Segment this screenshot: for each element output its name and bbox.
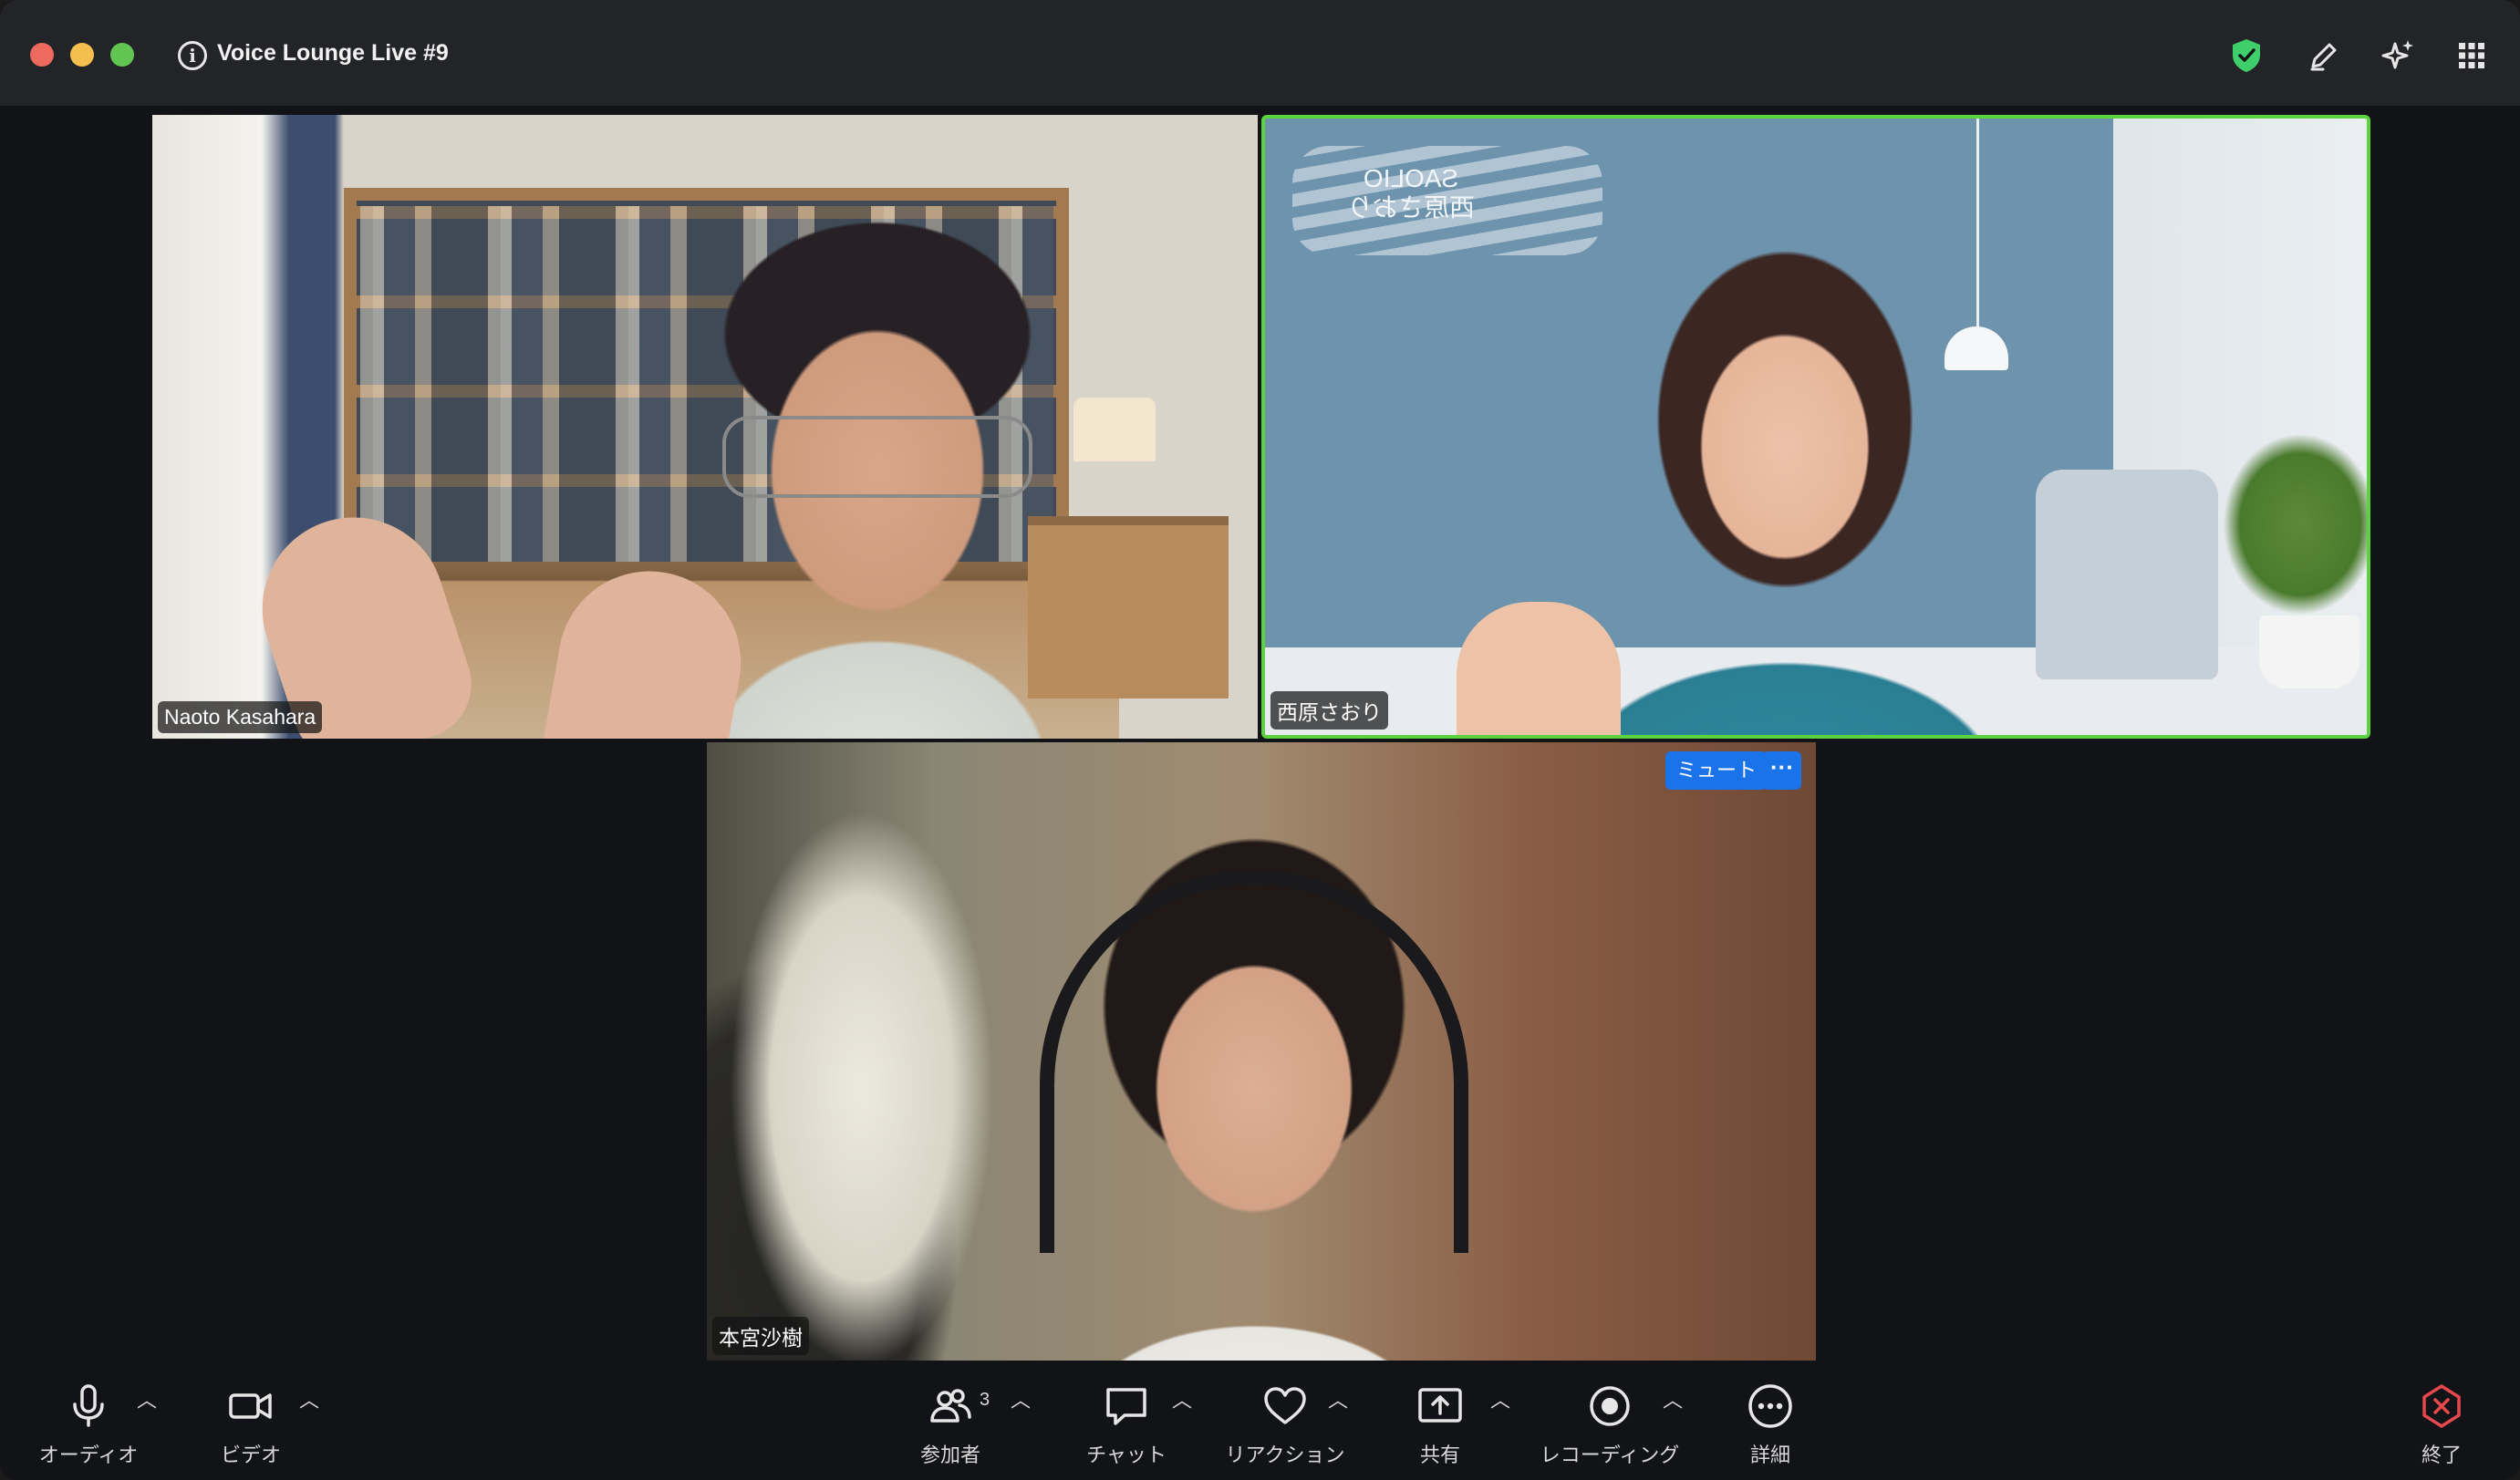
- recording-options-chevron-icon[interactable]: ︿: [1663, 1384, 1683, 1413]
- chat-options-chevron-icon[interactable]: ︿: [1172, 1384, 1192, 1413]
- reactions-options-chevron-icon[interactable]: ︿: [1328, 1384, 1348, 1413]
- chat-bubble-icon: [1106, 1388, 1146, 1425]
- info-icon[interactable]: i: [178, 41, 207, 70]
- participant-name-tag: 本宮沙樹: [712, 1317, 809, 1355]
- video-tile-saki[interactable]: 本宮沙樹: [707, 742, 1816, 1361]
- plant-background: [2223, 433, 2367, 616]
- more-icon: [1748, 1384, 1792, 1428]
- audio-button[interactable]: オーディオ: [35, 1381, 142, 1468]
- share-screen-icon: [1418, 1388, 1462, 1423]
- video-label: ビデオ: [220, 1444, 281, 1466]
- window-close-button[interactable]: [30, 43, 54, 67]
- end-meeting-icon: [2422, 1384, 2461, 1428]
- participant-hand: [1457, 602, 1621, 735]
- audio-label: オーディオ: [38, 1444, 139, 1466]
- record-icon: [1590, 1386, 1630, 1426]
- chat-label: チャット: [1086, 1444, 1167, 1466]
- ai-sparkle-icon[interactable]: [2379, 36, 2417, 75]
- participant-more-button[interactable]: ···: [1763, 751, 1801, 790]
- video-tile-naoto[interactable]: Naoto Kasahara: [152, 115, 1258, 739]
- microphone-icon: [73, 1384, 104, 1427]
- share-label: 共有: [1419, 1444, 1460, 1466]
- video-options-chevron-icon[interactable]: ︿: [299, 1384, 319, 1413]
- mute-participant-button[interactable]: ミュート: [1665, 751, 1768, 790]
- annotate-pencil-icon[interactable]: [2305, 36, 2343, 75]
- window-maximize-button[interactable]: [110, 43, 134, 67]
- recording-button[interactable]: レコーディング: [1537, 1381, 1683, 1468]
- chat-button[interactable]: チャット: [1081, 1381, 1172, 1468]
- end-meeting-button[interactable]: 終了: [2401, 1381, 2483, 1468]
- window-minimize-button[interactable]: [70, 43, 94, 67]
- participant-name-tag: 西原さおり: [1270, 691, 1388, 730]
- recording-label: レコーディング: [1540, 1444, 1680, 1466]
- meeting-window: i Voice Lounge Live #9 Naoto Kasahara SA…: [0, 0, 2520, 1480]
- more-label: 詳細: [1749, 1444, 1790, 1466]
- participants-count-badge: 3: [980, 1390, 990, 1410]
- participant-glasses: [722, 416, 1032, 498]
- share-options-chevron-icon[interactable]: ︿: [1490, 1384, 1510, 1413]
- plant-pot-background: [2259, 616, 2359, 688]
- video-button[interactable]: ビデオ: [210, 1381, 292, 1468]
- end-label: 終了: [2421, 1444, 2462, 1466]
- participants-label: 参加者: [919, 1444, 980, 1466]
- chair-background: [2036, 470, 2218, 679]
- heart-icon: [1264, 1387, 1306, 1424]
- title-bar: i Voice Lounge Live #9: [0, 0, 2520, 106]
- security-shield-icon[interactable]: [2227, 36, 2266, 75]
- video-camera-icon: [229, 1393, 272, 1419]
- more-button[interactable]: 詳細: [1729, 1381, 1811, 1468]
- meeting-toolbar: オーディオ ︿ ビデオ ︿ 参加者 3 ︿ チャット ︿ リアクション ︿ 共有…: [0, 1364, 2520, 1480]
- participants-icon: [930, 1389, 971, 1423]
- participant-name-tag: Naoto Kasahara: [158, 701, 323, 733]
- share-button[interactable]: 共有: [1399, 1381, 1481, 1468]
- background-text-line-2: 西原さおり: [1347, 193, 1476, 222]
- background-mirrored-text: SAOLIO 西原さおり: [1347, 164, 1475, 223]
- audio-options-chevron-icon[interactable]: ︿: [137, 1384, 157, 1413]
- video-tile-saori-active-speaker[interactable]: SAOLIO 西原さおり 西原さおり: [1261, 115, 2370, 739]
- participants-options-chevron-icon[interactable]: ︿: [1011, 1384, 1031, 1413]
- meeting-title: Voice Lounge Live #9: [217, 40, 449, 66]
- reactions-label: リアクション: [1225, 1444, 1345, 1466]
- apps-grid-icon[interactable]: [2453, 36, 2491, 75]
- background-text-line-1: SAOLIO: [1363, 164, 1459, 192]
